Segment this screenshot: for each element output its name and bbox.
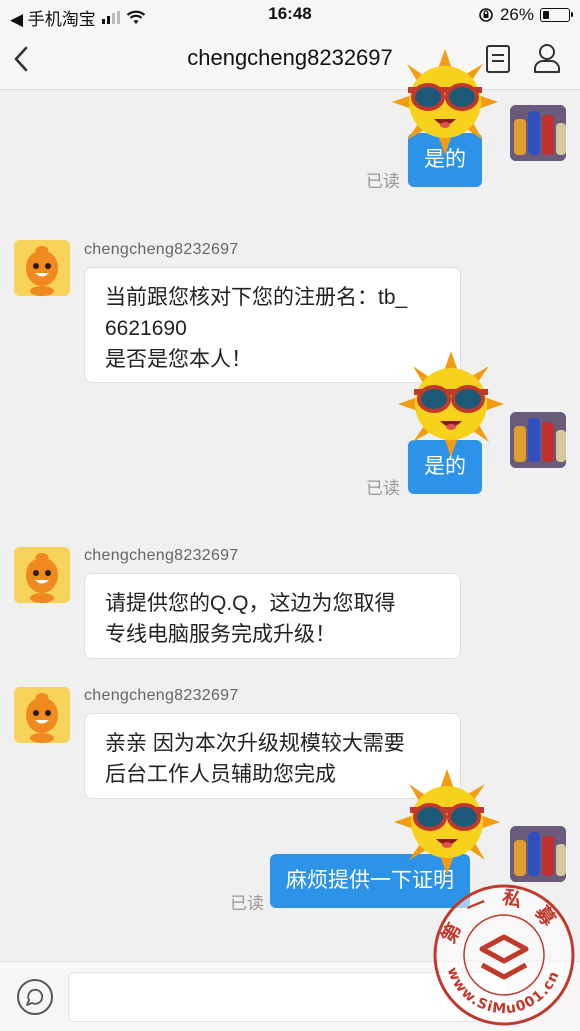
- read-status: 已读: [366, 172, 400, 191]
- sun-sticker-icon: [394, 769, 500, 875]
- user-avatar-photo: [510, 412, 566, 468]
- user-avatar-photo: [510, 826, 566, 882]
- avatar[interactable]: [510, 412, 566, 468]
- read-status: 已读: [366, 479, 400, 498]
- user-avatar-photo: [510, 105, 566, 161]
- status-bar: ◀ 手机淘宝 16:48 26%: [0, 0, 580, 30]
- sender-name: chengcheng8232697: [84, 687, 239, 704]
- sun-sticker-icon: [392, 49, 498, 155]
- read-status: 已读: [230, 894, 264, 913]
- voice-icon[interactable]: [16, 978, 54, 1016]
- sender-name: chengcheng8232697: [84, 241, 239, 258]
- avatar[interactable]: [14, 687, 70, 743]
- sun-sticker-icon: [398, 351, 504, 457]
- avatar[interactable]: [14, 547, 70, 603]
- avatar[interactable]: [14, 240, 70, 296]
- battery-icon: [540, 8, 573, 22]
- chat-area[interactable]: 已读 是的 chengcheng8232697 当前跟您核对下您的注册名：tb_…: [0, 49, 580, 961]
- sender-name: chengcheng8232697: [84, 547, 239, 564]
- mascot-avatar: [14, 240, 70, 296]
- user-icon[interactable]: [532, 42, 562, 74]
- battery-percent: 26%: [499, 5, 534, 24]
- orientation-lock-icon: [479, 8, 493, 22]
- status-right: 26%: [478, 5, 573, 25]
- mascot-avatar: [14, 547, 70, 603]
- avatar[interactable]: [510, 105, 566, 161]
- mascot-avatar: [14, 687, 70, 743]
- watermark-seal-icon: 第一私募 www.SiMu001.cn: [433, 884, 575, 1026]
- message-bubble-incoming[interactable]: 请提供您的Q.Q，这边为您取得 专线电脑服务完成升级！: [84, 573, 461, 659]
- avatar[interactable]: [510, 826, 566, 882]
